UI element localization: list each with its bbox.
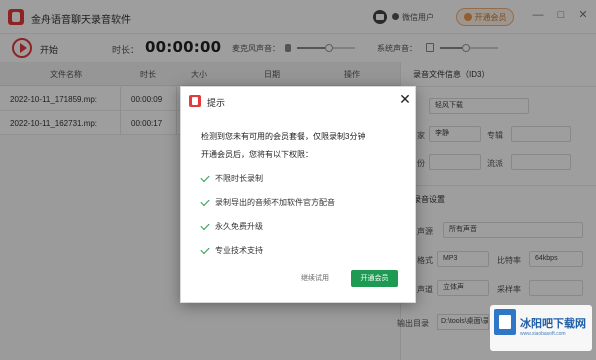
dialog-logo-icon [189, 95, 201, 107]
check-icon [200, 196, 210, 207]
feature-item: 永久免费升级 [215, 222, 263, 231]
upgrade-dialog: 提示 ✕ 检测到您未有可用的会员套餐，仅限录制3分钟 开通会员后，您将有以下权限… [180, 86, 416, 303]
close-icon[interactable]: ✕ [397, 91, 413, 107]
watermark-logo-icon [494, 309, 516, 335]
check-icon [200, 172, 210, 183]
feature-item: 录制导出的音频不加软件官方配音 [215, 198, 335, 207]
watermark: 冰阳吧下载网 www.xiaobasoft.com [490, 305, 592, 351]
check-icon [200, 220, 210, 231]
open-membership-button[interactable]: 开通会员 [351, 270, 398, 287]
dialog-message: 开通会员后，您将有以下权限： [201, 150, 313, 159]
check-icon [200, 244, 210, 255]
feature-item: 专业技术支持 [215, 246, 263, 255]
continue-trial-button[interactable]: 继续试用 [291, 270, 339, 287]
dialog-message: 检测到您未有可用的会员套餐，仅限录制3分钟 [201, 132, 366, 141]
watermark-url: www.xiaobasoft.com [520, 331, 566, 337]
watermark-text: 冰阳吧下载网 [520, 318, 586, 330]
dialog-title: 提示 [207, 98, 226, 108]
feature-item: 不限时长录制 [215, 174, 263, 183]
